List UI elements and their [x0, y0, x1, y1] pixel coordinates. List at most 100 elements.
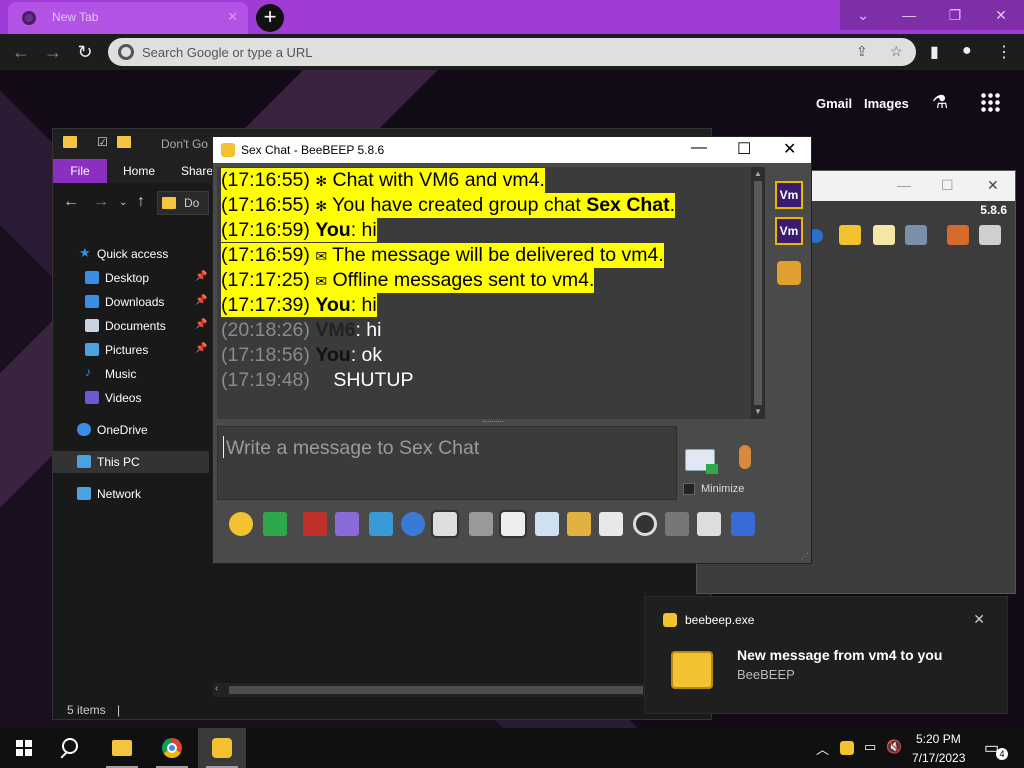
nav-quick-access[interactable]: ★ Quick access	[53, 243, 209, 265]
minimize-button[interactable]: —	[886, 0, 932, 30]
detach-icon[interactable]	[731, 512, 755, 536]
text-completion-icon[interactable]	[469, 512, 493, 536]
ribbon-file-tab[interactable]: File	[53, 159, 107, 183]
resize-grip[interactable]: ⋰	[801, 552, 809, 561]
scrollbar-thumb[interactable]	[229, 686, 643, 694]
spellcheck-icon[interactable]	[431, 510, 459, 538]
minimize-checkbox[interactable]	[683, 483, 695, 495]
chat-vertical-scrollbar[interactable]: ▲ ▼	[751, 167, 765, 419]
beebeep-tray-icon[interactable]	[840, 741, 854, 755]
send-message-icon[interactable]	[685, 449, 718, 474]
clock-date[interactable]: 7/17/2023	[912, 751, 965, 765]
images-link[interactable]: Images	[864, 96, 909, 111]
nav-network[interactable]: Network	[53, 483, 209, 505]
reload-icon[interactable]: ↻	[74, 41, 96, 63]
compose-icon[interactable]	[873, 225, 895, 245]
splitter-handle[interactable]	[483, 421, 503, 425]
nav-music[interactable]: ♪ Music	[53, 363, 209, 385]
chevron-up-icon[interactable]: ︿	[816, 739, 829, 758]
taskbar-beebeep[interactable]	[198, 728, 246, 768]
scroll-up-icon[interactable]: ▲	[754, 169, 762, 178]
edit-members-icon[interactable]	[697, 512, 721, 536]
nav-this-pc[interactable]: This PC	[53, 451, 209, 473]
html-icon[interactable]	[599, 512, 623, 536]
clear-icon[interactable]	[499, 510, 527, 538]
emoticon-icon[interactable]	[229, 512, 253, 536]
tab-title: New Tab	[52, 10, 99, 24]
nav-pictures[interactable]: Pictures 📌	[53, 339, 209, 361]
send-file-icon[interactable]	[567, 512, 591, 536]
share-icon[interactable]: ⇪	[856, 43, 868, 60]
gmail-link[interactable]: Gmail	[816, 96, 852, 111]
settings-gear-icon[interactable]	[401, 512, 425, 536]
maximize-icon[interactable]: ☐	[941, 177, 954, 194]
tools-icon[interactable]	[905, 225, 927, 245]
minimize-icon[interactable]: —	[897, 177, 911, 193]
color-icon[interactable]	[335, 512, 359, 536]
member-avatar[interactable]: Vm	[775, 217, 803, 245]
apps-grid-icon[interactable]	[980, 92, 1000, 112]
breadcrumb[interactable]: Do	[157, 191, 209, 215]
print-icon[interactable]	[665, 512, 689, 536]
minimize-icon[interactable]: —	[691, 139, 707, 157]
taskbar: ︿ ▭ 🔇	[0, 728, 1024, 768]
ribbon-home-tab[interactable]: Home	[123, 164, 155, 178]
bookmark-star-icon[interactable]: ☆	[890, 43, 903, 60]
labs-flask-icon[interactable]: ⚗	[932, 92, 948, 113]
horizontal-scrollbar[interactable]: ‹	[213, 683, 649, 697]
omnibox[interactable]: Search Google or type a URL ⇪ ☆	[108, 38, 916, 66]
profile-icon[interactable]: ●	[962, 42, 972, 60]
scroll-down-icon[interactable]: ▼	[754, 407, 762, 416]
start-button[interactable]	[0, 728, 48, 768]
network-icon[interactable]: ▭	[864, 739, 876, 755]
trash-icon[interactable]	[979, 225, 1001, 245]
tab-search-chevron-icon[interactable]: ⌄	[840, 0, 886, 30]
forward-arrow-icon[interactable]: →	[42, 41, 64, 63]
forward-arrow-icon[interactable]: →	[93, 193, 109, 211]
nav-desktop[interactable]: Desktop 📌	[53, 267, 209, 289]
maximize-icon[interactable]: ☐	[737, 139, 751, 159]
properties-icon[interactable]: ☑	[97, 135, 108, 149]
new-folder-icon[interactable]	[117, 136, 131, 148]
taskbar-search-button[interactable]	[48, 728, 96, 768]
notification-toast[interactable]: beebeep.exe ✕ New message from vm4 to yo…	[644, 596, 1008, 714]
send-mail-icon[interactable]	[263, 512, 287, 536]
side-panel-icon[interactable]: ▮	[930, 42, 939, 62]
browser-tab[interactable]: New Tab ✕	[8, 2, 248, 34]
volume-muted-icon[interactable]: 🔇	[886, 739, 902, 755]
restore-button[interactable]: ❐	[932, 0, 978, 30]
back-arrow-icon[interactable]: ←	[63, 193, 79, 211]
save-icon[interactable]	[535, 512, 559, 536]
taskbar-chrome[interactable]	[148, 728, 196, 768]
message-input[interactable]: Write a message to Sex Chat	[217, 426, 677, 500]
close-icon[interactable]: ✕	[987, 177, 999, 194]
nav-videos[interactable]: Videos	[53, 387, 209, 409]
clock-time[interactable]: 5:20 PM	[916, 732, 961, 746]
filter-icon[interactable]	[369, 512, 393, 536]
microphone-icon[interactable]	[739, 445, 751, 469]
back-arrow-icon[interactable]: ←	[10, 41, 32, 63]
scroll-left-icon[interactable]: ‹	[215, 683, 218, 694]
recent-chevron-icon[interactable]: ⌄	[119, 197, 127, 208]
mail-icon[interactable]	[839, 225, 861, 245]
tab-close-icon[interactable]: ✕	[227, 9, 238, 25]
nav-documents[interactable]: Documents 📌	[53, 315, 209, 337]
scrollbar-thumb[interactable]	[754, 181, 762, 405]
close-icon[interactable]: ✕	[783, 139, 796, 159]
nav-onedrive[interactable]: OneDrive	[53, 419, 209, 441]
font-icon[interactable]	[303, 512, 327, 536]
screenshot-icon[interactable]	[633, 512, 657, 536]
close-icon[interactable]: ✕	[973, 611, 985, 628]
close-button[interactable]: ✕	[978, 0, 1024, 30]
group-users-icon[interactable]	[777, 261, 801, 285]
new-tab-button[interactable]: +	[256, 4, 284, 32]
member-avatar[interactable]: Vm	[775, 181, 803, 209]
taskbar-file-explorer[interactable]	[98, 728, 146, 768]
import-icon[interactable]	[947, 225, 969, 245]
beebeep-icon	[221, 143, 235, 157]
up-arrow-icon[interactable]: ↑	[137, 193, 145, 211]
notification-count-badge: 4	[996, 748, 1008, 760]
menu-kebab-icon[interactable]: ⋮	[996, 42, 1012, 62]
ribbon-share-tab[interactable]: Share	[181, 164, 213, 178]
nav-downloads[interactable]: Downloads 📌	[53, 291, 209, 313]
